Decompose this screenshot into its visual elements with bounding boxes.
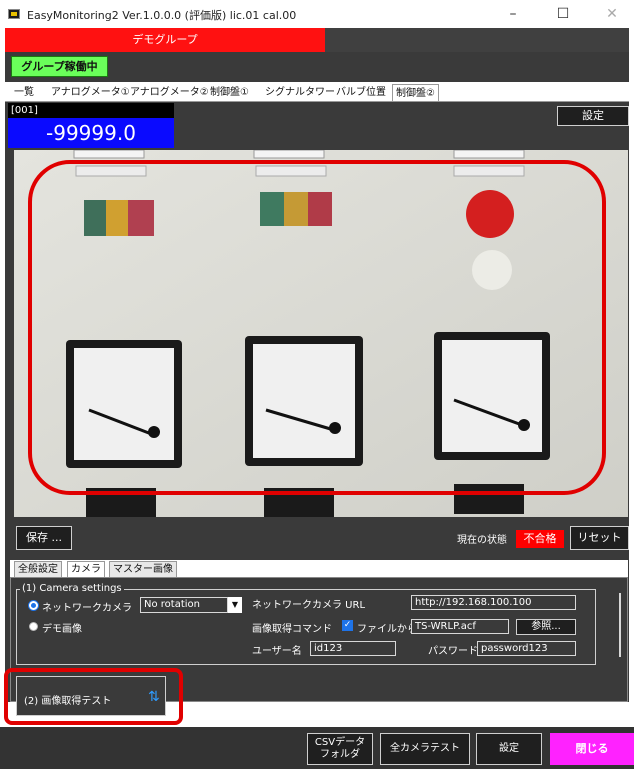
chevron-down-icon[interactable]: ▼ <box>228 597 242 613</box>
maximize-button[interactable]: ☐ <box>548 4 578 24</box>
tab-signal-tower[interactable]: シグナルタワー <box>265 84 335 101</box>
tab-valve-position[interactable]: バルブ位置 <box>336 84 386 101</box>
state-label: 現在の状態 <box>457 535 507 546</box>
app-icon <box>8 9 20 19</box>
test-highlight <box>4 668 183 725</box>
close-window-button[interactable]: ✕ <box>597 4 627 24</box>
reset-button[interactable]: リセット <box>570 526 629 550</box>
save-button[interactable]: 保存 ... <box>16 526 72 550</box>
group-running-button[interactable]: グループ稼働中 <box>11 56 108 77</box>
user-field[interactable]: id123 <box>310 641 396 656</box>
settings-scrollbar[interactable] <box>619 593 621 657</box>
tab-control-panel-2[interactable]: 制御盤② <box>392 84 439 101</box>
footer-settings-button[interactable]: 設定 <box>476 733 542 765</box>
command-file-field[interactable]: TS-WRLP.acf <box>411 619 509 634</box>
close-button[interactable]: 閉じる <box>550 733 634 765</box>
url-label: ネットワークカメラ URL <box>252 600 366 611</box>
meter-id: [001] <box>8 103 174 118</box>
subtab-camera[interactable]: カメラ <box>67 561 105 578</box>
password-field[interactable]: password123 <box>477 641 576 656</box>
roi-highlight <box>28 160 606 495</box>
user-label: ユーザー名 <box>252 646 302 657</box>
state-badge: 不合格 <box>516 530 564 548</box>
tab-control-panel-1[interactable]: 制御盤① <box>210 84 249 101</box>
group-tab-demo[interactable]: デモグループ <box>5 28 325 52</box>
meter-value: -99999.0 <box>8 118 174 148</box>
subtab-general[interactable]: 全般設定 <box>14 561 62 578</box>
password-label: パスワード <box>428 646 478 657</box>
all-camera-test-button[interactable]: 全カメラテスト <box>380 733 470 765</box>
tab-analog-meter-2[interactable]: アナログメータ② <box>130 84 209 101</box>
from-file-checkbox[interactable]: ✓ <box>342 620 353 631</box>
group-tab-bar-empty <box>325 28 629 52</box>
browse-button[interactable]: 参照... <box>516 619 576 635</box>
rotation-select[interactable]: No rotation <box>140 597 228 613</box>
from-file-label: ファイルから <box>357 624 417 635</box>
camera-settings-title: (1) Camera settings <box>20 583 124 594</box>
minimize-button[interactable]: – <box>498 4 528 24</box>
url-field[interactable]: http://192.168.100.100 <box>411 595 576 610</box>
tab-list[interactable]: 一覧 <box>14 84 34 101</box>
radio-network-camera[interactable] <box>29 601 38 610</box>
csv-folder-button[interactable]: CSVデータ フォルダ <box>307 733 373 765</box>
network-camera-label: ネットワークカメラ <box>42 603 132 614</box>
window-title: EasyMonitoring2 Ver.1.0.0.0 (評価版) lic.01… <box>27 9 297 22</box>
command-label: 画像取得コマンド <box>252 624 332 635</box>
subtab-master-image[interactable]: マスター画像 <box>109 561 177 578</box>
demo-image-label: デモ画像 <box>42 624 82 635</box>
meter-settings-button[interactable]: 設定 <box>557 106 629 126</box>
tab-analog-meter-1[interactable]: アナログメータ① <box>51 84 130 101</box>
radio-demo-image[interactable] <box>29 622 38 631</box>
